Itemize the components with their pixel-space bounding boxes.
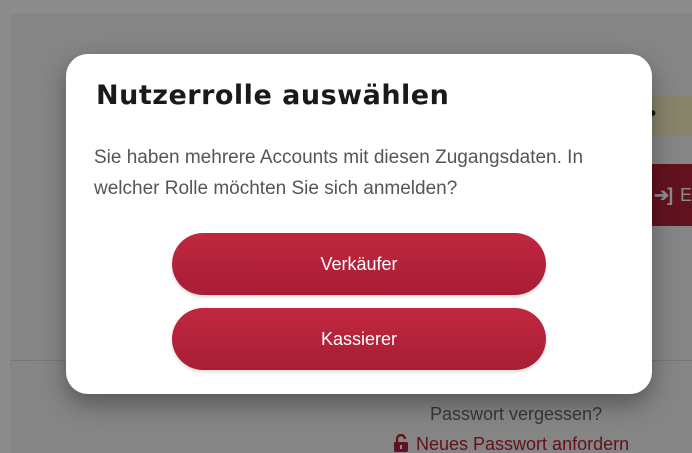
dialog-message: Sie haben mehrere Accounts mit diesen Zu…: [94, 147, 584, 199]
screen: •• ➔] E Passwort vergessen? Neues Passwo…: [0, 0, 692, 453]
role-button-kassierer[interactable]: Kassierer: [172, 308, 546, 370]
role-button-verkaeufer[interactable]: Verkäufer: [172, 233, 546, 295]
dialog-title: Nutzerrolle auswählen: [96, 80, 450, 111]
role-selection-dialog: Nutzerrolle auswählen Sie haben mehrere …: [66, 54, 652, 394]
